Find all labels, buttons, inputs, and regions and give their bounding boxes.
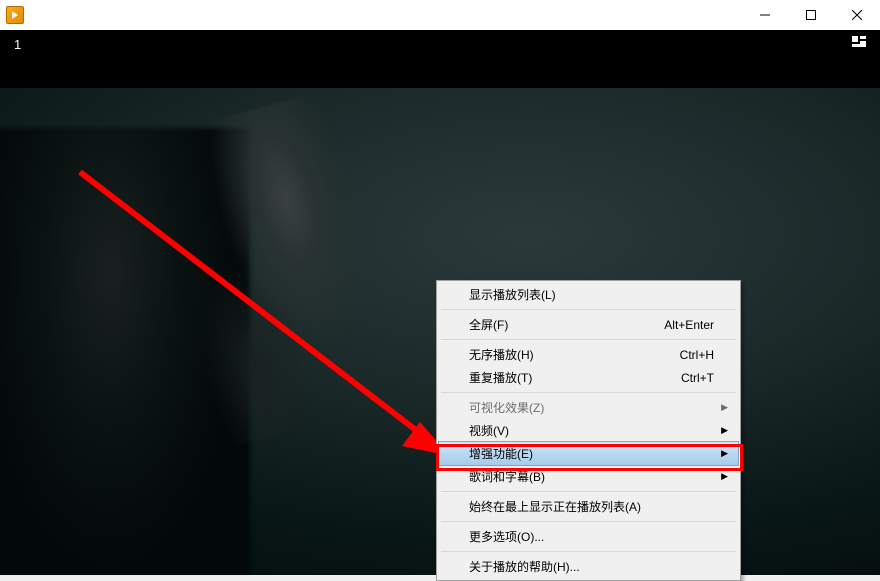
menu-separator [441,521,736,522]
app-icon [6,6,24,24]
menu-item[interactable]: 重复播放(T)Ctrl+T [439,366,738,389]
now-playing-label: 1 [14,37,21,52]
maximize-button[interactable] [788,0,834,30]
context-menu: 显示播放列表(L)全屏(F)Alt+Enter无序播放(H)Ctrl+H重复播放… [436,280,741,581]
menu-item-label: 视频(V) [469,422,714,439]
window-controls [742,0,880,30]
menu-item[interactable]: 增强功能(E) ▶ [439,442,738,465]
submenu-arrow-icon: ▶ [721,425,728,436]
menu-item-label: 歌词和字幕(B) [469,468,714,485]
menu-item-shortcut: Ctrl+T [681,371,714,385]
menu-item[interactable]: 无序播放(H)Ctrl+H [439,343,738,366]
view-toggle-icon[interactable] [852,36,866,53]
menu-item[interactable]: 显示播放列表(L) [439,283,738,306]
menu-item-label: 重复播放(T) [469,369,681,386]
menu-item-label: 关于播放的帮助(H)... [469,558,714,575]
menu-item-label: 全屏(F) [469,316,664,333]
menu-separator [441,392,736,393]
minimize-button[interactable] [742,0,788,30]
close-button[interactable] [834,0,880,30]
menu-separator [441,339,736,340]
menu-item[interactable]: 全屏(F)Alt+Enter [439,313,738,336]
menu-item-label: 始终在最上显示正在播放列表(A) [469,498,714,515]
video-title-bar: 1 [0,30,880,58]
menu-separator [441,551,736,552]
menu-item[interactable]: 歌词和字幕(B) ▶ [439,465,738,488]
menu-item-shortcut: Alt+Enter [664,318,714,332]
menu-item-label: 无序播放(H) [469,346,680,363]
menu-separator [441,491,736,492]
submenu-arrow-icon: ▶ [721,471,728,482]
menu-item[interactable]: 更多选项(O)... [439,525,738,548]
menu-separator [441,309,736,310]
menu-item-label: 显示播放列表(L) [469,286,714,303]
menu-item-shortcut: Ctrl+H [680,348,714,362]
titlebar [0,0,880,30]
menu-item: 可视化效果(Z) ▶ [439,396,738,419]
submenu-arrow-icon: ▶ [721,402,728,413]
menu-item-label: 更多选项(O)... [469,528,714,545]
menu-item[interactable]: 视频(V) ▶ [439,419,738,442]
submenu-arrow-icon: ▶ [721,448,728,459]
menu-item[interactable]: 始终在最上显示正在播放列表(A) [439,495,738,518]
menu-item-label: 可视化效果(Z) [469,399,714,416]
menu-item-label: 增强功能(E) [469,445,714,462]
